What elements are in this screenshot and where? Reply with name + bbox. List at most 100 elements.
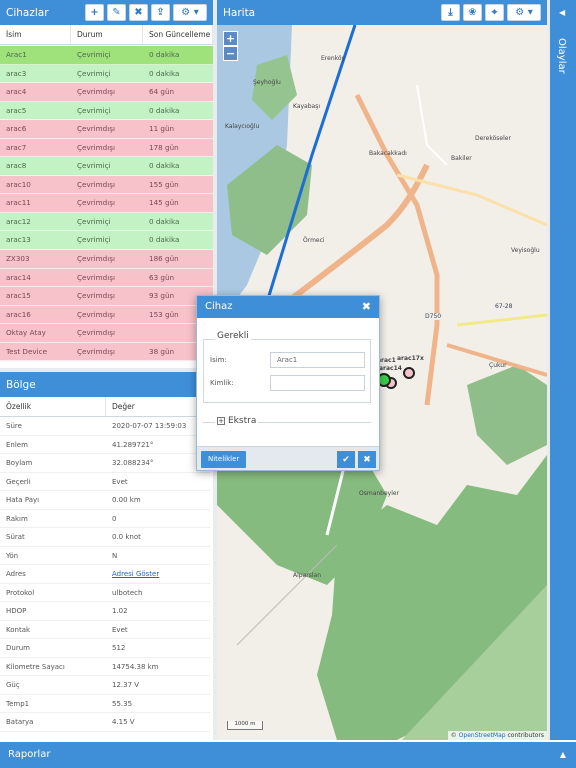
- device-row[interactable]: arac5 Çevrimiçi 0 dakika: [0, 101, 213, 121]
- required-section-title: Gerekli: [215, 331, 251, 341]
- state-attribute-cell: Protokol: [6, 588, 35, 597]
- device-last-update-cell: 64 gün: [149, 87, 175, 97]
- column-header-status[interactable]: Durum: [71, 25, 143, 44]
- required-fieldset: [203, 339, 371, 403]
- name-field[interactable]: Arac1: [270, 352, 365, 368]
- device-status-cell: Çevrimdışı: [77, 309, 115, 319]
- device-row[interactable]: arac16 Çevrimdışı 153 gün: [0, 305, 213, 325]
- state-row: Temp1 55.35: [0, 695, 210, 713]
- state-value-cell: Adresi Göster: [106, 565, 210, 583]
- device-name-cell: arac3: [6, 68, 27, 78]
- marker-label: arac17x: [397, 355, 424, 362]
- state-attribute-cell: Durum: [6, 644, 30, 652]
- remove-device-button[interactable]: ✖: [129, 4, 148, 21]
- state-value-cell: ulbotech: [112, 588, 143, 597]
- events-panel-collapsed[interactable]: ◀ Olaylar: [550, 0, 576, 740]
- state-row: Sürat 0.0 knot: [0, 528, 210, 547]
- device-name-cell: arac7: [6, 142, 27, 152]
- zoom-in-button[interactable]: +: [223, 31, 238, 46]
- column-header-attribute[interactable]: Özellik: [0, 397, 106, 416]
- device-status-cell: Çevrimdışı: [77, 328, 115, 338]
- state-row: Kontak Evet: [0, 621, 210, 639]
- device-row[interactable]: arac6 Çevrimdışı 11 gün: [0, 120, 213, 139]
- osm-link[interactable]: OpenStreetMap: [459, 732, 506, 739]
- device-status-cell: Çevrimdışı: [77, 254, 115, 264]
- device-row[interactable]: arac4 Çevrimdışı 64 gün: [0, 83, 213, 102]
- state-attribute-cell: Boylam: [6, 459, 33, 467]
- state-panel-title: Bölge: [6, 378, 36, 391]
- zoom-out-button[interactable]: −: [223, 46, 238, 61]
- device-name-cell: arac10: [6, 179, 31, 189]
- send-command-button[interactable]: ⇪: [151, 4, 170, 21]
- dialog-footer: Nitelikler ✔ ✖: [197, 446, 379, 470]
- reports-panel-collapsed[interactable]: Raporlar ▲: [0, 742, 576, 768]
- state-value-cell: Evet: [112, 477, 128, 486]
- add-device-button[interactable]: +: [85, 4, 104, 21]
- device-row[interactable]: arac15 Çevrimdışı 93 gün: [0, 287, 213, 306]
- name-label: İsim:: [210, 356, 227, 364]
- attributes-button[interactable]: Nitelikler: [201, 451, 247, 468]
- device-row[interactable]: arac13 Çevrimiçi 0 dakika: [0, 231, 213, 251]
- device-row[interactable]: arac3 Çevrimiçi 0 dakika: [0, 64, 213, 84]
- device-status-cell: Çevrimiçi: [77, 235, 111, 245]
- device-row[interactable]: ZX303 Çevrimdışı 186 gün: [0, 250, 213, 269]
- state-panel-header: Bölge: [0, 372, 213, 397]
- state-attribute-cell: Kilometre Sayacı: [6, 662, 65, 671]
- state-value-cell: 55.35: [112, 699, 133, 708]
- state-value-cell: 32.088234°: [112, 459, 154, 467]
- device-row[interactable]: arac11 Çevrimdışı 145 gün: [0, 194, 213, 213]
- devices-panel-header: Cihazlar + ✎ ✖ ⇪ ⚙ ▾: [0, 0, 213, 25]
- device-marker[interactable]: [403, 367, 415, 379]
- place-label: Erenköy: [321, 55, 346, 62]
- device-name-cell: arac6: [6, 124, 27, 134]
- map-settings-menu-button[interactable]: ⚙ ▾: [507, 4, 541, 21]
- layers-icon[interactable]: ⤓: [441, 4, 460, 21]
- device-settings-menu-button[interactable]: ⚙ ▾: [173, 4, 207, 21]
- place-label: Veyisoğlu: [511, 247, 540, 254]
- map-panel-title: Harita: [223, 6, 256, 19]
- show-address-link[interactable]: Adresi Göster: [112, 570, 159, 578]
- close-icon[interactable]: ✖: [362, 296, 371, 318]
- devices-panel-title: Cihazlar: [6, 6, 49, 19]
- save-button[interactable]: ✔: [337, 451, 355, 468]
- device-name-cell: arac12: [6, 216, 31, 226]
- expand-chevron-icon[interactable]: ▲: [560, 750, 566, 759]
- state-attribute-cell: Güç: [6, 681, 20, 689]
- device-last-update-cell: 63 gün: [149, 272, 175, 282]
- state-table-header: Özellik Değer: [0, 397, 213, 417]
- place-label: Dereköseler: [475, 135, 511, 142]
- state-row: Kilometre Sayacı 14754.38 km: [0, 658, 210, 676]
- state-row: Protokol ulbotech: [0, 584, 210, 602]
- device-name-cell: arac5: [6, 105, 27, 115]
- column-header-last-update[interactable]: Son Güncelleme: [143, 25, 213, 44]
- device-row[interactable]: arac14 Çevrimdışı 63 gün: [0, 268, 213, 288]
- column-header-name[interactable]: İsim: [0, 25, 71, 44]
- state-value-cell: 0.0 knot: [112, 533, 141, 541]
- device-row[interactable]: Test Device Çevrimdışı 38 gün: [0, 342, 213, 362]
- device-row[interactable]: arac7 Çevrimdışı 178 gün: [0, 138, 213, 158]
- state-attribute-cell: Batarya: [6, 718, 34, 726]
- expand-chevron-icon[interactable]: ◀: [559, 8, 565, 17]
- edit-device-button[interactable]: ✎: [107, 4, 126, 21]
- identifier-field[interactable]: [270, 375, 365, 391]
- device-name-cell: arac11: [6, 198, 31, 208]
- device-row[interactable]: arac12 Çevrimiçi 0 dakika: [0, 212, 213, 232]
- attribution-suffix: contributors: [505, 732, 545, 739]
- map-attribution: © OpenStreetMap contributors: [447, 731, 547, 740]
- place-label: Şeyhoğlu: [253, 79, 281, 86]
- road-label: D750: [423, 313, 444, 320]
- marker-label: arac14: [379, 365, 402, 372]
- device-last-update-cell: 11 gün: [149, 124, 175, 134]
- device-last-update-cell: 145 gün: [149, 198, 179, 208]
- device-row[interactable]: arac8 Çevrimiçi 0 dakika: [0, 157, 213, 176]
- extra-section-toggle[interactable]: + Ekstra: [215, 416, 259, 426]
- paw-icon[interactable]: ❀: [463, 4, 482, 21]
- device-row[interactable]: arac10 Çevrimdışı 155 gün: [0, 175, 213, 195]
- device-row[interactable]: Arac1 Çevrimiçi 0 dakika: [0, 46, 213, 65]
- reports-panel-title: Raporlar: [8, 749, 51, 760]
- state-attribute-cell: Geçerli: [6, 477, 31, 486]
- locate-icon[interactable]: ⌖: [485, 4, 504, 21]
- device-row[interactable]: Oktay Atay Çevrimdışı: [0, 324, 213, 343]
- cancel-button[interactable]: ✖: [358, 451, 376, 468]
- state-row: Rakım 0: [0, 510, 210, 528]
